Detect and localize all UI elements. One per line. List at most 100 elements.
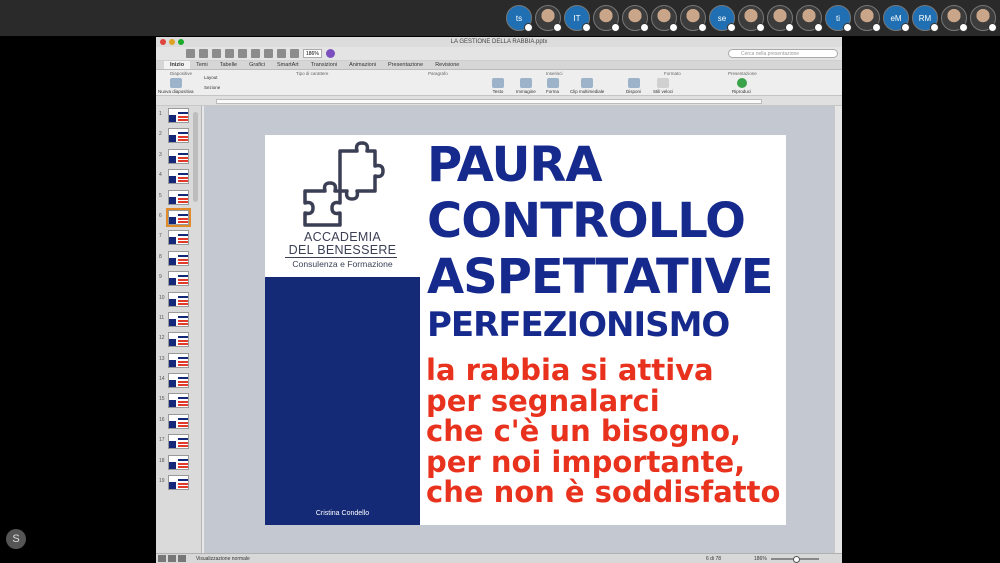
participant-avatar[interactable] — [680, 5, 707, 32]
thumbnail-number: 18 — [159, 457, 165, 464]
tab-transizioni[interactable]: Transizioni — [305, 61, 343, 69]
media-button[interactable]: Clip multimediale — [570, 78, 604, 94]
vertical-scrollbar[interactable] — [834, 106, 842, 553]
search-input[interactable]: Cerca nella presentazione — [728, 49, 838, 58]
quick-styles-button[interactable]: Stili veloci — [653, 78, 673, 94]
zoom-slider[interactable] — [771, 556, 819, 563]
mic-icon — [611, 23, 620, 32]
ribbon: Diapositive Tipo di carattere Paragrafo … — [156, 70, 842, 96]
minimize-button[interactable] — [169, 39, 175, 45]
ribbon-item-label: Disponi — [626, 89, 642, 94]
participant-list: ts IT se ti eM RM — [506, 5, 997, 32]
image-button[interactable]: Immagine — [516, 78, 536, 94]
body-line: che non è soddisfatto — [426, 475, 781, 509]
new-slide-icon — [169, 78, 182, 88]
mic-icon — [640, 23, 649, 32]
sorter-view-icon[interactable] — [168, 555, 176, 562]
redo-icon[interactable] — [290, 49, 299, 58]
tab-tabelle[interactable]: Tabelle — [214, 61, 243, 69]
arrange-button[interactable]: Disponi — [626, 78, 641, 94]
tab-inizio[interactable]: Inizio — [164, 61, 191, 69]
thumbnail-preview — [168, 230, 189, 246]
layout-button[interactable]: Layout — [204, 75, 218, 80]
slide-body-text: la rabbia si attiva per segnalarci che c… — [426, 355, 780, 508]
puzzle-logo-icon — [303, 141, 385, 227]
participant-avatar[interactable] — [651, 5, 678, 32]
tab-animazioni[interactable]: Animazioni — [343, 61, 382, 69]
participant-avatar[interactable] — [535, 5, 562, 32]
mic-icon — [756, 23, 765, 32]
participant-avatar[interactable] — [854, 5, 881, 32]
paste-icon[interactable] — [264, 49, 273, 58]
ribbon-item-label: Testo — [492, 89, 504, 94]
play-icon — [736, 78, 747, 88]
maximize-button[interactable] — [178, 39, 184, 45]
mic-icon — [843, 23, 852, 32]
text-button[interactable]: Testo — [492, 78, 504, 94]
thumbnail-number: 15 — [159, 396, 165, 403]
participant-avatar[interactable] — [941, 5, 968, 32]
tab-smartart[interactable]: SmartArt — [271, 61, 305, 69]
zoom-select[interactable]: 186% — [303, 49, 322, 58]
section-button[interactable]: Sezione — [204, 85, 220, 90]
tab-presentazione[interactable]: Presentazione — [382, 61, 429, 69]
participant-avatar[interactable] — [796, 5, 823, 32]
ribbon-item-label: Immagine — [516, 89, 536, 94]
image-icon — [519, 78, 532, 88]
save-icon[interactable] — [212, 49, 221, 58]
participant-avatar[interactable]: IT — [564, 5, 591, 32]
participant-avatar[interactable] — [593, 5, 620, 32]
new-slide-button[interactable]: Nuova diapositiva — [158, 78, 194, 94]
slideshow-view-icon[interactable] — [178, 555, 186, 562]
open-icon[interactable] — [199, 49, 208, 58]
ribbon-item-label: Layout — [204, 75, 218, 80]
heading-aspettative: ASPETTATIVE — [427, 249, 774, 305]
ribbon-item-label: Nuova diapositiva — [158, 89, 194, 94]
normal-view-icon[interactable] — [158, 555, 166, 562]
mic-icon — [872, 23, 881, 32]
print-icon[interactable] — [225, 49, 234, 58]
tab-revisione[interactable]: Revisione — [429, 61, 465, 69]
scrollbar-thumb[interactable] — [193, 112, 198, 202]
mic-icon — [582, 23, 591, 32]
participant-avatar[interactable]: RM — [912, 5, 939, 32]
close-button[interactable] — [160, 39, 166, 45]
participant-avatar[interactable]: ti — [825, 5, 852, 32]
ribbon-group-label: Tipo di carattere — [296, 71, 329, 76]
thumbnail-number: 2 — [159, 131, 162, 138]
thumbnail-preview — [168, 475, 189, 491]
window-titlebar: LA GESTIONE DELLA RABBIA.pptx — [156, 37, 842, 47]
thumbnail-preview — [168, 352, 189, 368]
cut-icon[interactable] — [238, 49, 247, 58]
thumbnail-number: 14 — [159, 376, 165, 383]
shape-button[interactable]: Forma — [546, 78, 559, 94]
participant-avatar[interactable] — [622, 5, 649, 32]
app-badge[interactable]: S — [6, 529, 26, 549]
participant-avatar[interactable] — [738, 5, 765, 32]
body-line: che c'è un bisogno, — [426, 414, 742, 448]
body-line: per noi importante, — [426, 444, 746, 479]
status-bar: Visualizzazione normale 6 di 78 186% — [156, 553, 842, 563]
view-mode-label: Visualizzazione normale — [196, 556, 250, 562]
window-title: LA GESTIONE DELLA RABBIA.pptx — [450, 39, 548, 45]
new-icon[interactable] — [186, 49, 195, 58]
thumbnail-preview — [168, 250, 189, 266]
participant-avatar[interactable] — [767, 5, 794, 32]
current-slide[interactable]: ACCADEMIA DEL BENESSERE Consulenza e For… — [265, 135, 786, 525]
body-line: la rabbia si attiva — [426, 353, 714, 387]
tab-grafici[interactable]: Grafici — [243, 61, 271, 69]
participant-avatar[interactable]: eM — [883, 5, 910, 32]
undo-icon[interactable] — [277, 49, 286, 58]
participant-avatar[interactable]: ts — [506, 5, 533, 32]
thumbnail-scrollbar[interactable] — [192, 106, 200, 553]
tab-temi[interactable]: Temi — [190, 61, 214, 69]
help-icon[interactable] — [325, 49, 335, 58]
participant-avatar[interactable]: se — [709, 5, 736, 32]
copy-icon[interactable] — [251, 49, 260, 58]
body-line: per segnalarci — [426, 383, 660, 418]
view-buttons — [158, 555, 186, 562]
thumbnail-number: 10 — [159, 294, 165, 301]
play-button[interactable]: Riproduci — [732, 78, 751, 94]
ribbon-item-label: Clip multimediale — [570, 89, 605, 94]
participant-avatar[interactable] — [970, 5, 997, 32]
